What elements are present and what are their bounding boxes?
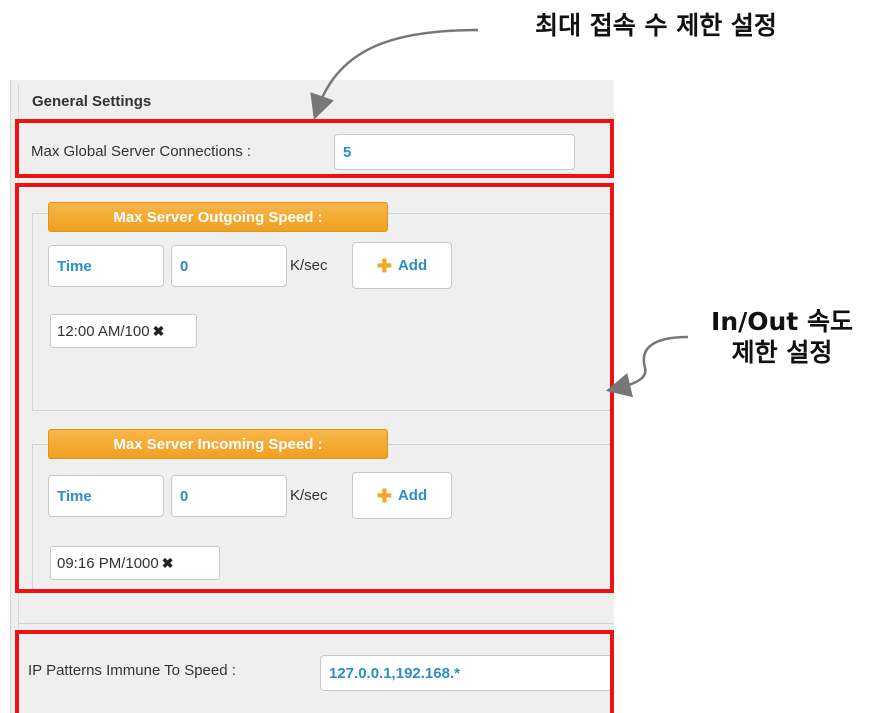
side-arrow bbox=[605, 335, 689, 398]
top-arrow bbox=[310, 28, 479, 120]
annotation-arrows bbox=[310, 28, 689, 398]
